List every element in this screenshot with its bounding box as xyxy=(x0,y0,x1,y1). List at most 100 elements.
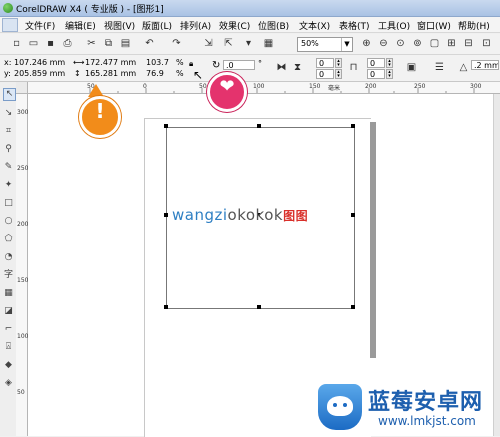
menu-file[interactable]: 文件(F) xyxy=(25,19,55,32)
paste-icon[interactable]: ▤ xyxy=(119,37,132,50)
ruler-label: 100 xyxy=(17,333,29,340)
undo-icon[interactable]: ↶ xyxy=(143,37,156,50)
mirror-horizontal-icon[interactable]: ⧓ xyxy=(275,61,288,74)
page-shadow xyxy=(370,122,376,358)
pick-tool-icon[interactable]: ↖ xyxy=(3,88,16,101)
logo-text-red: 图图 xyxy=(283,209,309,223)
selection-handle[interactable] xyxy=(164,213,168,217)
ellipse-tool-icon[interactable]: ○ xyxy=(3,216,14,227)
welcome-screen-icon[interactable]: ▦ xyxy=(262,37,275,50)
fill-tool-icon[interactable]: ◆ xyxy=(3,360,14,371)
corner-field-2[interactable]: 0 xyxy=(316,69,334,79)
zoom-all-icon[interactable]: ⊚ xyxy=(411,37,424,50)
zoom-width-icon[interactable]: ⊞ xyxy=(445,37,458,50)
menu-bitmaps[interactable]: 位图(B) xyxy=(258,19,289,32)
outline-tool-icon[interactable]: ⍓ xyxy=(3,342,14,353)
width-field[interactable]: 172.477 mm xyxy=(85,58,136,67)
open-icon[interactable]: ▭ xyxy=(27,37,40,50)
print-icon[interactable]: ⎙ xyxy=(61,37,74,50)
corner-spinner-4[interactable]: ▴ ▾ xyxy=(386,69,393,79)
round-corners-icon[interactable]: ▣ xyxy=(405,61,418,74)
text-tool-icon[interactable]: 字 xyxy=(3,270,14,281)
property-bar: x: 107.246 mm y: 205.859 mm ⟷ 172.477 mm… xyxy=(0,55,500,82)
corner-field-1[interactable]: 0 xyxy=(316,58,334,68)
table-tool-icon[interactable]: ▦ xyxy=(3,288,14,299)
menu-text[interactable]: 文本(X) xyxy=(299,19,330,32)
snap-icon[interactable]: ⊡ xyxy=(480,37,493,50)
outline-pen-icon[interactable]: △ xyxy=(457,61,470,74)
polygon-tool-icon[interactable]: ⬠ xyxy=(3,234,14,245)
smart-fill-tool-icon[interactable]: ✦ xyxy=(3,180,14,191)
zoom-selected-icon[interactable]: ⊙ xyxy=(394,37,407,50)
zoom-in-icon[interactable]: ⊕ xyxy=(360,37,373,50)
export-icon[interactable]: ⇱ xyxy=(222,37,235,50)
selection-handle[interactable] xyxy=(164,305,168,309)
redo-icon[interactable]: ↷ xyxy=(170,37,183,50)
copy-icon[interactable]: ⧉ xyxy=(102,37,115,50)
basic-shapes-tool-icon[interactable]: ◔ xyxy=(3,252,14,263)
menu-layout[interactable]: 版面(L) xyxy=(142,19,172,32)
corner-value-3: 0 xyxy=(370,59,376,68)
new-document-icon[interactable]: ▫ xyxy=(10,37,23,50)
ruler-origin-corner[interactable] xyxy=(16,82,28,94)
percent-label-x: % xyxy=(176,58,184,67)
corner-field-3[interactable]: 0 xyxy=(367,58,385,68)
selection-handle[interactable] xyxy=(164,124,168,128)
corner-field-4[interactable]: 0 xyxy=(367,69,385,79)
interactive-fill-tool-icon[interactable]: ◈ xyxy=(3,378,14,389)
save-icon[interactable]: ▪ xyxy=(44,37,57,50)
x-position-field[interactable]: 107.246 mm xyxy=(14,58,65,67)
interactive-blend-tool-icon[interactable]: ◪ xyxy=(3,306,14,317)
import-icon[interactable]: ⇲ xyxy=(202,37,215,50)
menu-edit[interactable]: 编辑(E) xyxy=(65,19,96,32)
zoom-level-select[interactable]: 50% ▼ xyxy=(297,37,353,52)
selection-handle[interactable] xyxy=(257,305,261,309)
corner-value-4: 0 xyxy=(370,70,376,79)
selection-handle[interactable] xyxy=(351,305,355,309)
menu-arrange[interactable]: 排列(A) xyxy=(180,19,211,32)
selection-handle[interactable] xyxy=(351,213,355,217)
y-position-field[interactable]: 205.859 mm xyxy=(14,69,65,78)
vertical-scrollbar[interactable] xyxy=(493,94,500,436)
document-menu-icon[interactable] xyxy=(2,18,18,32)
crop-tool-icon[interactable]: ⌗ xyxy=(3,126,14,137)
shape-tool-icon[interactable]: ↘ xyxy=(3,108,14,119)
zoom-out-icon[interactable]: ⊖ xyxy=(377,37,390,50)
zoom-page-icon[interactable]: ▢ xyxy=(428,37,441,50)
outline-width-select[interactable]: .2 mm xyxy=(471,60,499,70)
logo-text-object[interactable]: wangziokokok图图 xyxy=(172,206,308,224)
ruler-label: 250 xyxy=(17,165,29,172)
scale-y-field[interactable]: 76.9 xyxy=(146,69,164,78)
cut-icon[interactable]: ✂ xyxy=(85,37,98,50)
exclamation-icon: ! xyxy=(95,99,105,123)
corner-spinner-2[interactable]: ▴ ▾ xyxy=(335,69,342,79)
scale-x-field[interactable]: 103.7 xyxy=(146,58,169,67)
menu-tools[interactable]: 工具(O) xyxy=(378,19,410,32)
heart-icon: ❤ xyxy=(219,76,235,97)
corner-link-icon[interactable]: ⊓ xyxy=(347,61,360,74)
menu-effects[interactable]: 效果(C) xyxy=(219,19,250,32)
selection-handle[interactable] xyxy=(257,124,261,128)
eyedropper-tool-icon[interactable]: ⌐ xyxy=(3,324,14,335)
selection-handle[interactable] xyxy=(351,124,355,128)
rotation-field[interactable]: .0 xyxy=(223,60,255,70)
zoom-tool-icon[interactable]: ⚲ xyxy=(3,144,14,155)
watermark-eye xyxy=(343,403,347,407)
corner-spinner-3[interactable]: ▴ ▾ xyxy=(386,58,393,68)
ruler-label: 200 xyxy=(17,221,29,228)
watermark-title: 蓝莓安卓网 xyxy=(368,390,484,415)
height-field[interactable]: 165.281 mm xyxy=(85,69,136,78)
rectangle-tool-icon[interactable]: □ xyxy=(3,198,14,209)
mirror-vertical-icon[interactable]: ⧗ xyxy=(291,61,304,74)
menu-window[interactable]: 窗口(W) xyxy=(417,19,451,32)
menu-view[interactable]: 视图(V) xyxy=(104,19,135,32)
corner-spinner-1[interactable]: ▴ ▾ xyxy=(335,58,342,68)
menu-help[interactable]: 帮助(H) xyxy=(458,19,490,32)
freehand-tool-icon[interactable]: ✎ xyxy=(3,162,14,173)
coreldraw-app-icon[interactable] xyxy=(3,3,13,13)
wrap-text-icon[interactable]: ☰ xyxy=(433,61,446,74)
menu-table[interactable]: 表格(T) xyxy=(339,19,370,32)
application-launcher-icon[interactable]: ▾ xyxy=(242,37,255,50)
vertical-ruler[interactable]: 300 250 200 150 100 50 xyxy=(16,93,28,436)
zoom-height-icon[interactable]: ⊟ xyxy=(462,37,475,50)
